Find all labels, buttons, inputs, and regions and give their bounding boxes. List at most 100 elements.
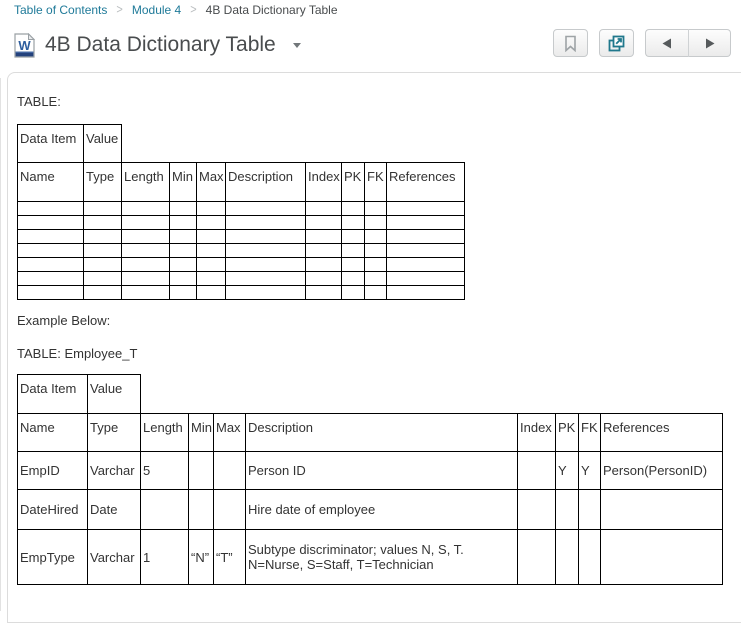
table-cell <box>305 215 342 230</box>
table-cell <box>225 243 306 258</box>
table-cell <box>341 243 365 258</box>
title-row: W 4B Data Dictionary Table <box>14 29 741 61</box>
table-cell <box>517 489 556 530</box>
table-cell <box>364 257 387 272</box>
open-in-new-window-button[interactable] <box>599 29 634 57</box>
table-cell <box>341 257 365 272</box>
table-cell <box>364 243 387 258</box>
table-row: DateHired Date Hire date of employee <box>17 489 723 530</box>
example-data-dictionary-table: Data Item Value Name Type Length Min Max Descri… <box>17 374 723 585</box>
table-cell <box>83 229 122 244</box>
table-cell <box>341 215 365 230</box>
bookmark-button[interactable] <box>553 29 588 57</box>
previous-button[interactable] <box>645 29 688 57</box>
table-cell <box>196 215 226 230</box>
table-cell: Y <box>555 451 579 490</box>
table-cell <box>83 271 122 286</box>
table-cell: Varchar <box>87 529 141 585</box>
table-cell <box>578 489 601 530</box>
table-cell <box>305 257 342 272</box>
breadcrumb-link[interactable]: Module 4 <box>132 3 181 17</box>
table-cell <box>196 285 226 300</box>
chevron-down-icon <box>292 42 301 48</box>
table-cell <box>364 215 387 230</box>
table-cell <box>83 257 122 272</box>
empty-table-row <box>17 229 465 244</box>
table-cell: Type <box>87 413 141 452</box>
table-cell <box>17 243 84 258</box>
table-cell <box>600 489 723 530</box>
table-cell <box>188 451 214 490</box>
table-cell: Person(PersonID) <box>600 451 723 490</box>
breadcrumb-link[interactable]: Table of Contents <box>14 3 107 17</box>
breadcrumb: Table of Contents > Module 4 >4B Data Dicti… <box>14 3 338 17</box>
table-cell <box>121 215 170 230</box>
table-cell: Index <box>305 162 342 202</box>
table-cell <box>578 529 601 585</box>
top-bar: Table of Contents > Module 4 >4B Data Dicti… <box>0 0 741 72</box>
table-cell <box>196 271 226 286</box>
table-cell <box>121 243 170 258</box>
table-cell <box>517 451 556 490</box>
table-cell <box>386 243 465 258</box>
empty-table-row <box>17 243 465 258</box>
table-cell: FK <box>364 162 387 202</box>
table-cell: Name <box>17 413 88 452</box>
page-title: 4B Data Dictionary Table <box>45 33 276 56</box>
table-cell <box>213 451 246 490</box>
blank-data-dictionary-table: Data Item Value Name Type Length Min Max Descri… <box>17 124 465 300</box>
table-cell <box>17 215 84 230</box>
table-cell <box>213 489 246 530</box>
table-cell <box>341 271 365 286</box>
table-cell <box>386 285 465 300</box>
table-cell <box>121 285 170 300</box>
table-cell: Min <box>169 162 197 202</box>
table-cell <box>386 201 465 216</box>
table-cell <box>196 257 226 272</box>
table-cell: Length <box>121 162 170 202</box>
table-cell: Date <box>87 489 141 530</box>
table-cell <box>364 271 387 286</box>
table-cell <box>341 229 365 244</box>
table-cell: EmpType <box>17 529 88 585</box>
table-cell <box>140 374 723 414</box>
table-cell: Type <box>83 162 122 202</box>
table-cell <box>305 243 342 258</box>
breadcrumb-separator-icon: > <box>190 2 197 18</box>
blank-table-label: TABLE: <box>17 94 61 109</box>
table-cell <box>169 257 197 272</box>
breadcrumb-current-page: 4B Data Dictionary Table <box>205 3 338 17</box>
table-cell <box>305 229 342 244</box>
empty-table-row <box>17 271 465 286</box>
table-cell <box>386 257 465 272</box>
table-cell: Name <box>17 162 84 202</box>
table-cell <box>341 201 365 216</box>
table-cell <box>341 285 365 300</box>
table-cell <box>196 229 226 244</box>
next-button[interactable] <box>688 29 731 57</box>
table-cell: EmpID <box>17 451 88 490</box>
next-arrow-icon <box>705 38 714 48</box>
title-dropdown-button[interactable] <box>289 39 305 52</box>
table-cell <box>305 271 342 286</box>
table-cell <box>17 257 84 272</box>
table-cell <box>17 285 84 300</box>
table-cell: Data Item <box>17 124 84 163</box>
example-table-label: TABLE: Employee_T <box>17 346 138 361</box>
table-cell <box>121 124 465 163</box>
table-cell <box>517 529 556 585</box>
table-cell: Varchar <box>87 451 141 490</box>
table-cell <box>17 271 84 286</box>
table-cell <box>196 243 226 258</box>
example-label: Example Below: <box>17 313 111 328</box>
table-cell: PK <box>555 413 579 452</box>
table-cell <box>140 489 189 530</box>
table-cell <box>83 243 122 258</box>
table-cell <box>196 201 226 216</box>
table-cell <box>305 201 342 216</box>
table-cell <box>600 529 723 585</box>
open-in-new-window-icon <box>608 35 625 51</box>
table-cell: Subtype discriminator; values N, S, T. N… <box>245 529 518 585</box>
table-cell <box>169 215 197 230</box>
table-cell <box>169 271 197 286</box>
